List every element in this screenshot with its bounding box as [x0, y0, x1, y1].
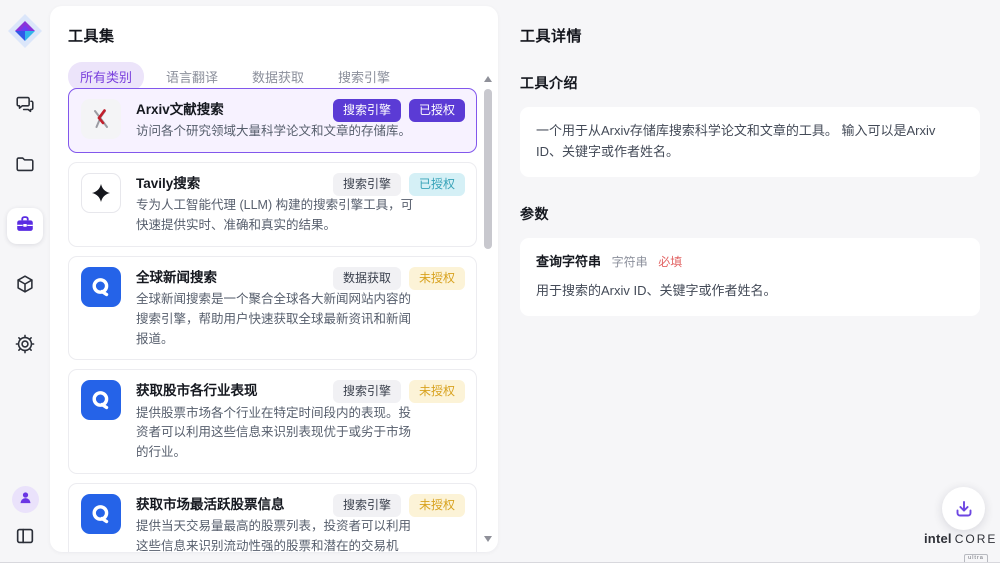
tool-card[interactable]: Arxiv文献搜索访问各个研究领域大量科学论文和文章的存储库。搜索引擎已授权 — [68, 88, 477, 153]
tool-description: 访问各个研究领域大量科学论文和文章的存储库。 — [136, 122, 414, 142]
tool-details-panel: 工具详情 工具介绍 一个用于从Arxiv存储库搜索科学论文和文章的工具。 输入可… — [520, 0, 980, 316]
download-icon — [953, 498, 975, 520]
sidebar-item-chat[interactable] — [7, 88, 43, 124]
scroll-up-icon[interactable] — [484, 76, 492, 82]
gear-icon — [14, 333, 36, 360]
param-box: 查询字符串 字符串 必填 用于搜索的Arxiv ID、关键字或作者姓名。 — [520, 238, 980, 317]
auth-status-badge: 未授权 — [409, 267, 465, 290]
scroll-down-icon[interactable] — [484, 536, 492, 542]
param-name: 查询字符串 — [536, 254, 601, 269]
tavily-icon — [81, 173, 121, 213]
ultra-badge: ultra — [964, 554, 988, 563]
toolbox-icon — [14, 213, 36, 240]
tab-data[interactable]: 数据获取 — [240, 62, 316, 91]
intro-header: 工具介绍 — [520, 73, 980, 93]
tool-card[interactable]: 获取股市各行业表现提供股票市场各个行业在特定时间段内的表现。投资者可以利用这些信… — [68, 369, 477, 474]
tool-description: 专为人工智能代理 (LLM) 构建的搜索引擎工具，可快速提供实时、准确和真实的结… — [136, 196, 414, 236]
category-tabs: 所有类别语言翻译数据获取搜索引擎 — [68, 62, 498, 91]
category-badge: 数据获取 — [333, 267, 401, 290]
chat-icon — [14, 93, 36, 120]
tool-badges: 搜索引擎已授权 — [333, 173, 465, 196]
tab-translate[interactable]: 语言翻译 — [154, 62, 230, 91]
tool-description: 全球新闻搜索是一个聚合全球各大新闻网站内容的搜索引擎，帮助用户快速获取全球最新资… — [136, 290, 414, 349]
tool-badges: 搜索引擎未授权 — [333, 494, 465, 517]
tool-description: 提供当天交易量最高的股票列表，投资者可以利用这些信息来识别流动性强的股票和潜在的… — [136, 517, 414, 552]
app-window: 工具集 所有类别语言翻译数据获取搜索引擎 Arxiv文献搜索访问各个研究领域大量… — [0, 0, 1000, 563]
auth-status-badge: 未授权 — [409, 494, 465, 517]
category-badge: 搜索引擎 — [333, 380, 401, 403]
list-scrollbar[interactable] — [483, 76, 493, 542]
params-header: 参数 — [520, 204, 980, 224]
panel-icon — [14, 534, 36, 551]
param-required-badge: 必填 — [658, 255, 682, 269]
tool-description: 提供股票市场各个行业在特定时间段内的表现。投资者可以利用这些信息来识别表现优于或… — [136, 404, 414, 463]
tool-card[interactable]: 获取市场最活跃股票信息提供当天交易量最高的股票列表，投资者可以利用这些信息来识别… — [68, 483, 477, 552]
sidebar-bottom — [0, 486, 50, 552]
intel-logo-text: intel — [924, 531, 952, 546]
user-icon — [18, 490, 33, 510]
sidebar-user[interactable] — [12, 486, 39, 513]
tool-card-list: Arxiv文献搜索访问各个研究领域大量科学论文和文章的存储库。搜索引擎已授权 Ta… — [68, 88, 477, 552]
category-badge: 搜索引擎 — [333, 494, 401, 517]
sidebar-panel-toggle[interactable] — [14, 525, 36, 552]
intro-box: 一个用于从Arxiv存储库搜索科学论文和文章的工具。 输入可以是Arxiv ID… — [520, 107, 980, 177]
tab-all[interactable]: 所有类别 — [68, 62, 144, 91]
tool-badges: 搜索引擎已授权 — [333, 99, 465, 122]
juhe-news-icon — [81, 267, 121, 307]
juhe-finance-icon — [81, 380, 121, 420]
intro-text: 一个用于从Arxiv存储库搜索科学论文和文章的工具。 输入可以是Arxiv ID… — [536, 123, 935, 159]
tool-badges: 搜索引擎未授权 — [333, 380, 465, 403]
tool-list-panel: 工具集 所有类别语言翻译数据获取搜索引擎 Arxiv文献搜索访问各个研究领域大量… — [50, 6, 498, 552]
sidebar-item-tools[interactable] — [7, 208, 43, 244]
sidebar-item-settings[interactable] — [7, 328, 43, 364]
param-type: 字符串 — [612, 255, 648, 269]
details-title: 工具详情 — [520, 25, 980, 46]
tab-search[interactable]: 搜索引擎 — [326, 62, 402, 91]
download-button[interactable] — [942, 487, 985, 530]
sidebar-item-files[interactable] — [7, 148, 43, 184]
sidebar — [0, 0, 50, 562]
category-badge: 搜索引擎 — [333, 173, 401, 196]
category-badge: 搜索引擎 — [333, 99, 401, 122]
page-title: 工具集 — [68, 25, 498, 46]
core-logo-text: CORE — [955, 532, 998, 546]
tool-card[interactable]: 全球新闻搜索全球新闻搜索是一个聚合全球各大新闻网站内容的搜索引擎，帮助用户快速获… — [68, 256, 477, 361]
juhe-stock-icon — [81, 494, 121, 534]
app-logo — [6, 12, 44, 50]
sidebar-nav — [7, 88, 43, 364]
param-header-row: 查询字符串 字符串 必填 — [536, 252, 964, 273]
tool-badges: 数据获取未授权 — [333, 267, 465, 290]
auth-status-badge: 已授权 — [409, 173, 465, 196]
sidebar-item-models[interactable] — [7, 268, 43, 304]
param-description: 用于搜索的Arxiv ID、关键字或作者姓名。 — [536, 281, 964, 302]
intel-core-logo: intelCORE ultra — [924, 531, 994, 563]
cube-icon — [14, 273, 36, 300]
auth-status-badge: 未授权 — [409, 380, 465, 403]
auth-status-badge: 已授权 — [409, 99, 465, 122]
folder-icon — [14, 153, 36, 180]
scrollbar-thumb[interactable] — [484, 89, 492, 249]
tool-card[interactable]: Tavily搜索专为人工智能代理 (LLM) 构建的搜索引擎工具，可快速提供实时… — [68, 162, 477, 247]
arxiv-icon — [81, 99, 121, 139]
